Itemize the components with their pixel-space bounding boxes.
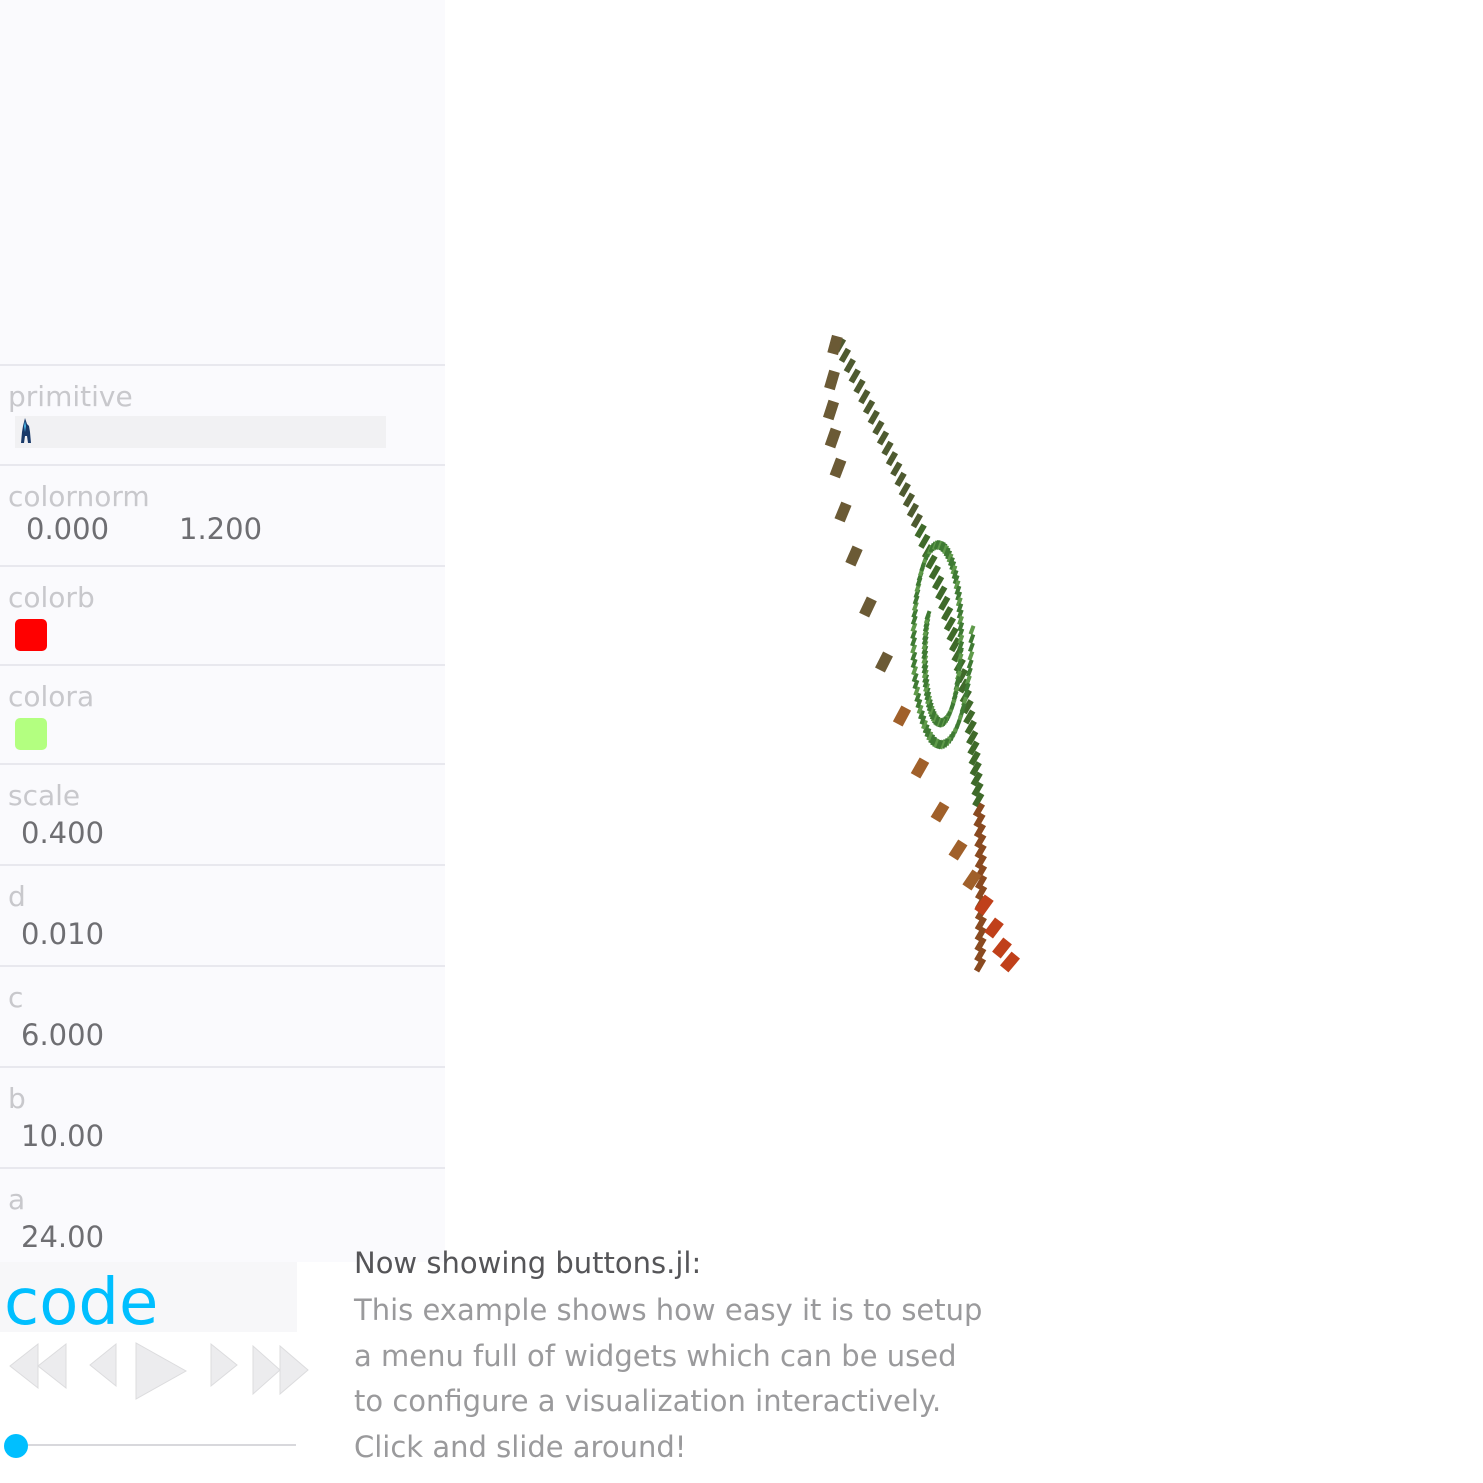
description-panel: Now showing buttons.jl: This example sho… (354, 1250, 1074, 1470)
description-line: Click and slide around! (354, 1429, 687, 1464)
row-a: a 24.00 (0, 1167, 445, 1262)
c-value[interactable]: 6.000 (21, 1017, 104, 1053)
attractor-mark (843, 358, 856, 374)
row-d: d 0.010 (0, 864, 445, 966)
lorenz-attractor-scene (822, 334, 1020, 973)
row-colorb: colorb (0, 565, 445, 665)
attractor-creature (824, 427, 842, 449)
colornorm-min-value[interactable]: 0.000 (26, 512, 109, 546)
attractor-spiral-mark (966, 659, 974, 670)
attractor-creature (822, 399, 840, 421)
row-colornorm: colornorm 0.000 1.200 (0, 464, 445, 566)
row-colora: colora (0, 664, 445, 764)
row-b: b 10.00 (0, 1066, 445, 1168)
skip-to-start-icon[interactable] (6, 1340, 68, 1392)
attractor-spiral-mark (967, 642, 975, 653)
a-value[interactable]: 24.00 (21, 1219, 104, 1255)
attractor-creature (829, 457, 847, 479)
primitive-cat-icon[interactable] (20, 418, 32, 444)
attractor-creature (824, 369, 840, 391)
attractor-spiral-mark (968, 633, 976, 644)
primitive-label: primitive (8, 380, 133, 413)
code-button[interactable]: code (0, 1262, 297, 1338)
description-title: Now showing buttons.jl: (354, 1250, 702, 1280)
attractor-creature (910, 757, 930, 779)
skip-to-end-icon[interactable] (250, 1340, 312, 1398)
play-icon[interactable] (133, 1340, 189, 1402)
code-label: code (4, 1266, 159, 1340)
step-back-icon[interactable] (88, 1340, 118, 1392)
widget-panel: primitive colornorm 0.000 1.200 colorb c… (0, 0, 445, 1262)
attractor-creature (827, 334, 843, 356)
d-value[interactable]: 0.010 (21, 916, 104, 952)
b-label: b (8, 1082, 26, 1115)
attractor-mark (848, 368, 861, 384)
attractor-mark (838, 347, 852, 363)
c-label: c (8, 981, 24, 1014)
timeline-slider-handle[interactable] (4, 1434, 28, 1458)
visualization-canvas[interactable] (780, 320, 1040, 980)
colorb-label: colorb (8, 581, 95, 614)
description-line: This example shows how easy it is to set… (354, 1293, 983, 1327)
d-label: d (8, 880, 26, 913)
scale-value[interactable]: 0.400 (21, 815, 104, 851)
attractor-creature (984, 917, 1004, 939)
colorb-swatch[interactable] (15, 619, 47, 651)
row-c: c 6.000 (0, 965, 445, 1067)
description-line: a menu full of widgets which can be used (354, 1338, 957, 1373)
b-value[interactable]: 10.00 (21, 1118, 104, 1154)
attractor-creature (845, 545, 863, 567)
colora-label: colora (8, 680, 95, 713)
attractor-spiral-mark (968, 625, 976, 635)
timeline-slider-track[interactable] (16, 1444, 296, 1446)
colornorm-label: colornorm (8, 480, 150, 513)
attractor-creature (875, 651, 893, 673)
scale-label: scale (8, 779, 81, 812)
a-label: a (8, 1183, 26, 1216)
colornorm-max-value[interactable]: 1.200 (179, 512, 262, 546)
row-scale: scale 0.400 (0, 763, 445, 865)
attractor-creature (834, 501, 852, 523)
step-forward-icon[interactable] (209, 1340, 239, 1392)
attractor-creature (892, 705, 912, 727)
attractor-creature (859, 596, 877, 618)
row-primitive: primitive (0, 364, 445, 466)
colora-swatch[interactable] (15, 718, 47, 750)
attractor-creature (948, 839, 968, 861)
attractor-spiral-mark (967, 650, 975, 661)
attractor-spiral-mark (924, 610, 932, 621)
primitive-selector[interactable] (15, 416, 386, 448)
attractor-creature (930, 801, 950, 823)
description-line: to configure a visualization interactive… (354, 1384, 942, 1418)
